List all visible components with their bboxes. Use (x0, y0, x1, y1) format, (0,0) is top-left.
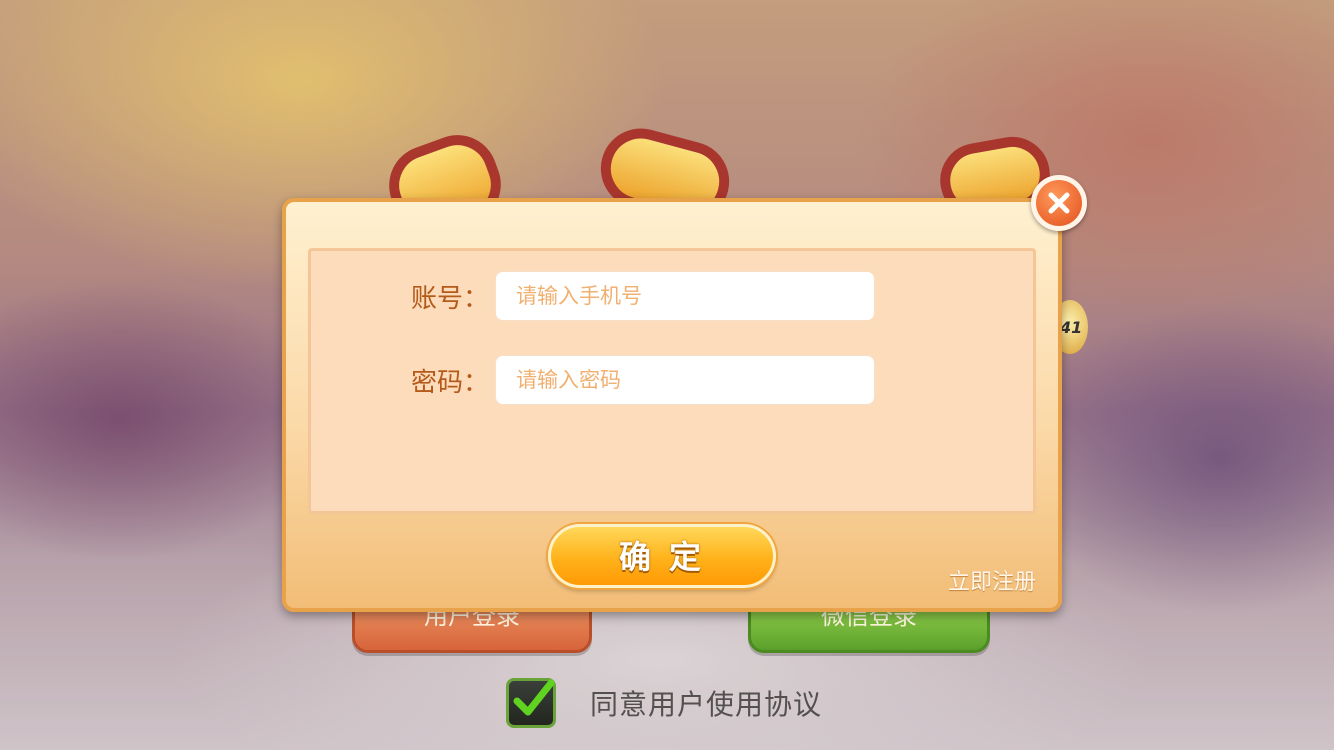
password-row: 密码： (411, 355, 875, 405)
lottery-ball-number: 41 (1060, 318, 1083, 337)
agreement-label[interactable]: 同意用户使用协议 (590, 683, 822, 723)
close-icon (1036, 180, 1082, 226)
account-input[interactable] (495, 271, 875, 321)
account-row: 账号： (411, 271, 875, 321)
login-dialog: 账号： 密码： 确定 立即注册 (282, 198, 1062, 612)
checkmark-icon (513, 679, 555, 716)
password-input[interactable] (495, 355, 875, 405)
register-link[interactable]: 立即注册 (948, 564, 1036, 596)
form-panel: 账号： 密码： (308, 248, 1036, 514)
agreement-checkbox[interactable] (506, 678, 556, 728)
agreement-row: 同意用户使用协议 (506, 678, 822, 728)
confirm-button[interactable]: 确定 (548, 524, 776, 588)
password-label: 密码： (411, 367, 490, 398)
account-label: 账号： (411, 283, 490, 314)
close-button[interactable] (1031, 175, 1087, 231)
